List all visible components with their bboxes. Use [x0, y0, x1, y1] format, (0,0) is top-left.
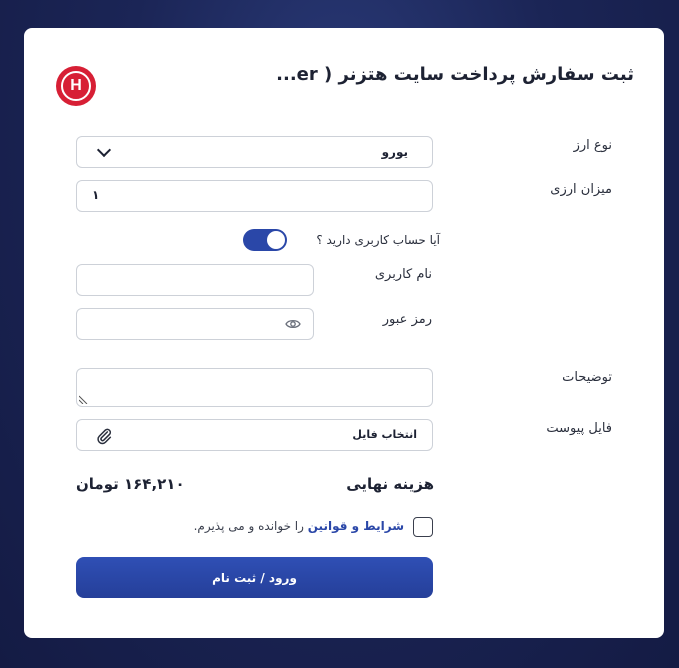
description-textarea[interactable] — [76, 368, 433, 407]
total-value: ۱۶۴,۲۱۰ تومان — [76, 475, 185, 493]
toggle-knob — [267, 231, 285, 249]
password-label: رمز عبور — [382, 312, 432, 327]
account-toggle[interactable] — [243, 229, 287, 251]
description-label: توضیحات — [562, 370, 612, 385]
order-form-card: ثبت سفارش پرداخت سایت هتزنر ( er... H نو… — [24, 28, 664, 638]
amount-label: میزان ارزی — [550, 182, 612, 197]
logo-letter: H — [61, 71, 91, 101]
choose-file-button[interactable]: انتخاب فایل — [352, 428, 417, 441]
password-input[interactable] — [76, 308, 314, 340]
amount-value: ۱ — [92, 188, 100, 202]
total-label: هزینه نهایی — [346, 475, 434, 493]
username-label: نام کاربری — [374, 267, 432, 282]
account-question-label: آیا حساب کاربری دارید ؟ — [316, 233, 440, 247]
terms-checkbox[interactable] — [413, 517, 433, 537]
username-input[interactable] — [76, 264, 314, 296]
page-title: ثبت سفارش پرداخت سایت هتزنر ( er... — [276, 64, 634, 85]
amount-input[interactable]: ۱ — [76, 180, 433, 212]
terms-rest-text: را خوانده و می پذیرم. — [193, 519, 308, 533]
currency-type-label: نوع ارز — [573, 138, 612, 153]
currency-type-select[interactable]: یورو — [76, 136, 433, 168]
paperclip-icon — [97, 428, 112, 445]
terms-link[interactable]: شرایط و قوانین — [308, 519, 404, 533]
file-upload-input[interactable]: انتخاب فایل — [76, 419, 433, 451]
login-register-button[interactable]: ورود / ثبت نام — [76, 557, 433, 598]
attachment-label: فایل پیوست — [546, 421, 612, 436]
currency-type-value: یورو — [381, 145, 408, 159]
terms-text: شرایط و قوانین را خوانده و می پذیرم. — [194, 519, 404, 533]
eye-icon[interactable] — [285, 318, 301, 330]
resize-handle-icon[interactable] — [79, 395, 88, 404]
chevron-down-icon — [96, 142, 112, 158]
hetzner-logo: H — [56, 66, 96, 106]
